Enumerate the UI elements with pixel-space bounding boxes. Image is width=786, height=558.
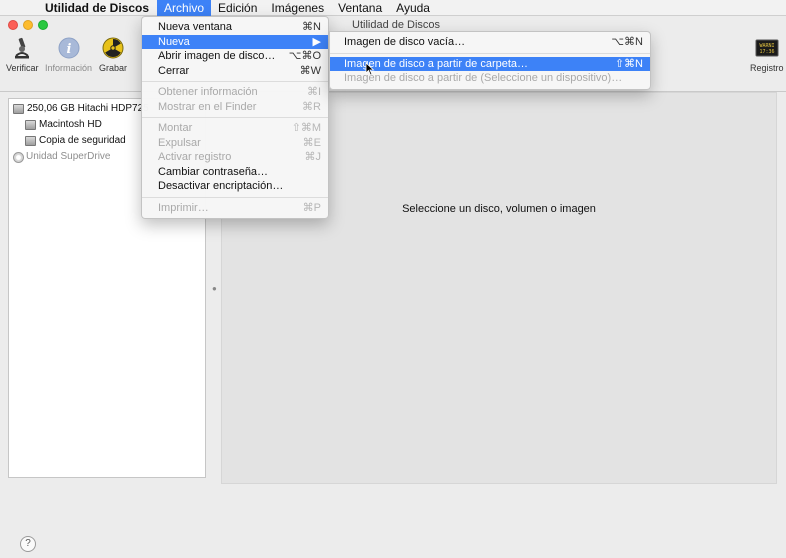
verificar-label: Verificar [6,63,39,73]
shortcut: ⌘N [302,21,321,33]
menu-item-cerrar[interactable]: Cerrar ⌘W [142,64,328,79]
menu-item-nueva[interactable]: Nueva ▶ [142,34,328,49]
info-icon: i [58,37,80,59]
informacion-button[interactable]: i Información [45,36,92,73]
menu-item-expulsar: Expulsar ⌘E [158,136,321,149]
menu-archivo[interactable]: Archivo [157,0,212,16]
hard-disk-icon [13,104,24,114]
microscope-icon [15,37,30,59]
menu-item-imagen-carpeta[interactable]: Imagen de disco a partir de carpeta… ⇧⌘N [330,56,650,71]
registro-label: Registro [750,63,784,73]
shortcut: ⌘E [302,136,321,149]
help-button[interactable]: ? [20,536,36,552]
title-bar: Utilidad de Discos [0,16,786,32]
optical-drive-icon [13,151,24,163]
menu-imagenes[interactable]: Imágenes [264,0,331,16]
shortcut: ⌘R [302,100,321,113]
shortcut: ⌘W [299,64,321,77]
menu-item-imagen-dispositivo: Imagen de disco a partir de (Seleccione … [344,72,623,84]
sidebar-item-label: Unidad SuperDrive [26,151,111,162]
shortcut: ⌥⌘N [611,36,643,48]
menu-bar: Utilidad de Discos Archivo Edición Imáge… [0,0,786,16]
menu-item-imprimir: Imprimir… ⌘P [158,201,321,214]
grabar-label: Grabar [99,63,128,73]
informacion-label: Información [45,63,93,73]
grabar-button[interactable]: Grabar [99,36,127,73]
menu-item-montar: Montar ⇧⌘M [158,122,321,134]
verificar-button[interactable]: Verificar [6,36,39,73]
menu-item-cambiar-contrasena[interactable]: Cambiar contraseña… [142,165,328,180]
sidebar-item-superdrive[interactable]: Unidad SuperDrive [13,149,111,165]
registro-button[interactable]: WARNI 17:36 Registro [750,36,784,73]
svg-text:i: i [66,42,71,57]
menu-item-desactivar-encriptacion[interactable]: Desactivar encriptación… [142,179,328,194]
svg-text:17:36: 17:36 [759,49,774,55]
menu-edicion[interactable]: Edición [211,0,264,16]
burn-icon [102,37,124,59]
split-view-handle[interactable]: ● [212,284,217,293]
menu-separator [142,81,328,82]
submenu-arrow-icon: ▶ [312,35,321,48]
menu-item-obtener-informacion: Obtener información ⌘I [158,86,321,98]
volume-icon [25,120,36,130]
menu-ventana[interactable]: Ventana [331,0,389,16]
menu-ayuda[interactable]: Ayuda [389,0,437,16]
menu-item-activar-registro: Activar registro ⌘J [158,151,322,163]
minimize-window-button[interactable] [23,20,33,30]
sidebar-item-label: Copia de seguridad [39,135,126,146]
sidebar-item-macintosh-hd[interactable]: Macintosh HD [25,117,102,133]
close-window-button[interactable] [8,20,18,30]
volume-icon [25,136,36,146]
menu-item-mostrar-finder: Mostrar en el Finder ⌘R [158,100,321,113]
menu-app-name[interactable]: Utilidad de Discos [38,0,157,16]
menu-separator [330,52,650,54]
sidebar-item-label: Macintosh HD [39,119,102,130]
mouse-cursor-icon [365,62,375,76]
shortcut: ⌘I [306,86,321,98]
menu-separator [142,117,328,118]
shortcut: ⇧⌘M [291,122,321,134]
menu-separator [142,196,328,198]
menu-item-imagen-vacia[interactable]: Imagen de disco vacía… ⌥⌘N [330,35,650,50]
sidebar-item-copia-seguridad[interactable]: Copia de seguridad [25,133,126,149]
shortcut: ⇧⌘N [614,57,643,70]
shortcut: ⌘J [304,151,322,163]
sidebar-item-disk[interactable]: 250,06 GB Hitachi HDP725 [13,101,149,117]
menu-item-nueva-ventana[interactable]: Nueva ventana ⌘N [142,20,328,35]
archivo-menu: Nueva ventana ⌘N Nueva ▶ Abrir imagen de d… [141,16,329,219]
zoom-window-button[interactable] [38,20,48,30]
disk-utility-window: Utilidad de Discos Verificar i Informaci… [0,16,786,558]
shortcut: ⌥⌘O [288,50,321,62]
window-title: Utilidad de Discos [352,19,441,31]
menu-item-abrir-imagen[interactable]: Abrir imagen de disco… ⌥⌘O [142,49,328,64]
nueva-submenu: Imagen de disco vacía… ⌥⌘N Imagen de disc… [329,31,651,90]
log-console-icon: WARNI 17:36 [755,39,779,57]
shortcut: ⌘P [302,201,321,214]
sidebar-item-label: 250,06 GB Hitachi HDP725 [27,103,149,114]
